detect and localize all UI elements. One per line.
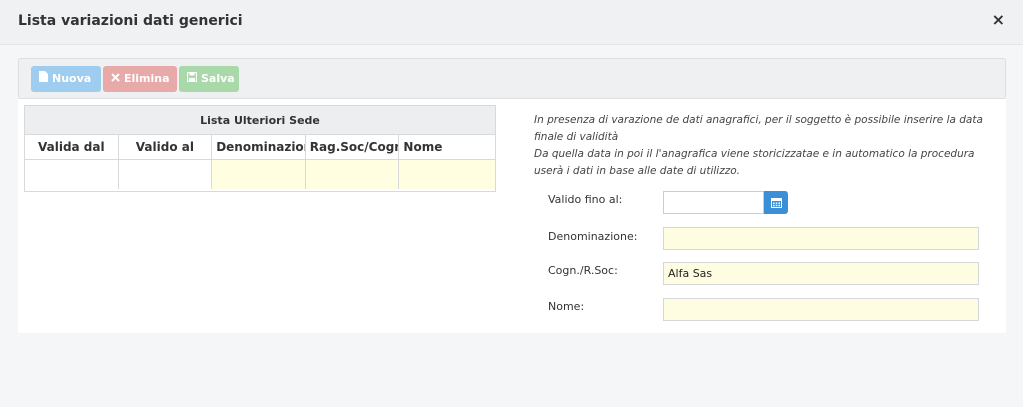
denominazione-label: Denominazione: [548, 230, 638, 243]
grid-caption: Lista Ulteriori Sede [25, 106, 495, 135]
column-header-rag-soc-cognome[interactable]: Rag.Soc/Cognome [306, 135, 400, 159]
elimina-label: Elimina [124, 72, 170, 85]
calendar-button[interactable] [764, 191, 788, 214]
elimina-button[interactable]: Elimina [103, 66, 177, 92]
column-header-nome[interactable]: Nome [399, 135, 495, 159]
modal-header: Lista variazioni dati generici × [0, 0, 1023, 45]
grid-header-row: Valida dal Valido al Denominazione Rag.S… [25, 135, 495, 160]
table-row[interactable] [25, 160, 496, 189]
cell-nome[interactable] [399, 160, 496, 189]
column-header-valido-al[interactable]: Valido al [119, 135, 213, 159]
nome-input[interactable] [663, 298, 979, 321]
cell-valida-dal[interactable] [25, 160, 119, 189]
valido-fino-label: Valido fino al: [548, 193, 623, 206]
content-panel: Lista Ulteriori Sede Valida dal Valido a… [18, 99, 1006, 333]
info-line-2: Da quella data in poi il l'anagrafica vi… [534, 148, 975, 177]
salva-button[interactable]: Salva [179, 66, 239, 92]
nome-label: Nome: [548, 300, 585, 313]
info-text: In presenza di varazione de dati anagraf… [534, 112, 984, 180]
nuova-label: Nuova [52, 72, 92, 85]
nuova-button[interactable]: Nuova [31, 66, 101, 92]
floppy-icon [186, 66, 198, 92]
ulteriori-sede-grid: Lista Ulteriori Sede Valida dal Valido a… [24, 105, 496, 192]
cognome-input[interactable]: Alfa Sas [663, 262, 979, 285]
denominazione-input[interactable] [663, 227, 979, 250]
cognome-label: Cogn./R.Soc: [548, 264, 618, 277]
close-icon [111, 66, 120, 92]
file-icon [39, 66, 48, 92]
close-button[interactable]: × [992, 10, 1005, 30]
modal-title: Lista variazioni dati generici [18, 13, 243, 29]
cell-denominazione[interactable] [212, 160, 306, 189]
calendar-icon [770, 193, 782, 212]
valido-fino-input[interactable] [663, 191, 764, 214]
cell-valido-al[interactable] [119, 160, 213, 189]
info-line-1: In presenza di varazione de dati anagraf… [534, 114, 983, 143]
close-icon: × [991, 10, 1005, 29]
cell-rag-soc-cognome[interactable] [305, 160, 400, 189]
column-header-valida-dal[interactable]: Valida dal [25, 135, 119, 159]
toolbar: Nuova Elimina Salva [18, 58, 1006, 99]
column-header-denominazione[interactable]: Denominazione [212, 135, 306, 159]
salva-label: Salva [201, 72, 235, 85]
